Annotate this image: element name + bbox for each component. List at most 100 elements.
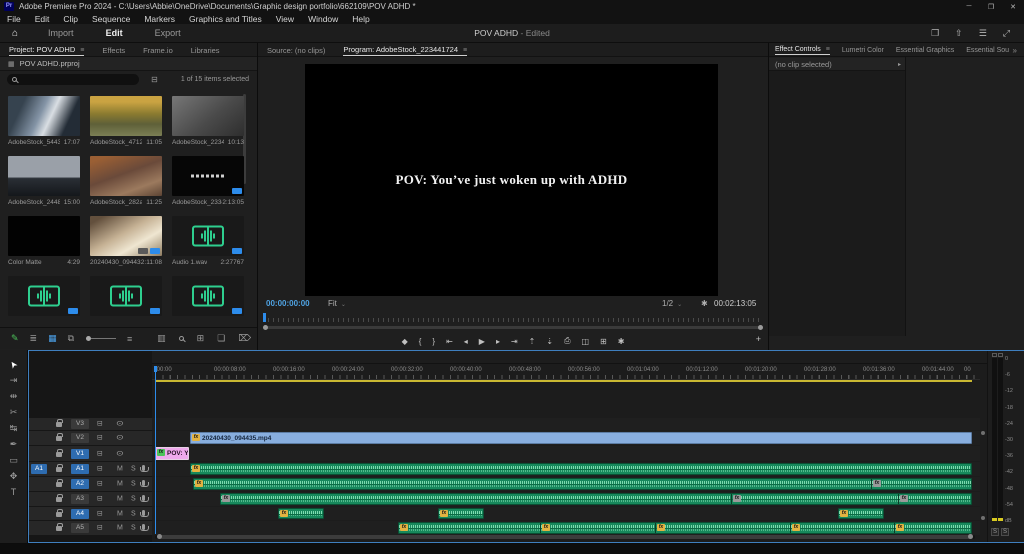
tab-essential-sou[interactable]: Essential Sou [966, 45, 1009, 55]
selection-tool[interactable]: ➤ [10, 360, 18, 369]
zoom-handle-right[interactable] [968, 534, 973, 539]
mute-button[interactable]: M [117, 466, 123, 473]
track-header-a5[interactable]: A5⊟MS [29, 521, 152, 535]
expander-icon[interactable]: ▸ [898, 61, 901, 68]
ripple-edit-tool[interactable]: ⇹ [10, 392, 18, 401]
scroll-dot[interactable] [981, 431, 985, 435]
track-lane-a4[interactable]: fxfxfx [152, 507, 980, 520]
menu-edit[interactable]: Edit [28, 14, 57, 24]
rectangle-tool[interactable]: ▭ [9, 456, 18, 465]
track-header-v3[interactable]: V3 ⊟ ⊙ [29, 418, 152, 430]
solo-button[interactable]: S [131, 496, 136, 503]
track-target-a2[interactable]: A2 [71, 479, 89, 489]
track-output-eye-icon[interactable]: ⊙ [116, 435, 124, 442]
voiceover-mic-icon[interactable] [142, 495, 145, 501]
track-target-v2[interactable]: V2 [71, 433, 89, 443]
meter-solo-button[interactable]: S [1001, 528, 1009, 536]
timeline-clip-a4-6[interactable]: fx [438, 508, 484, 519]
scrollbar-right-handle[interactable] [758, 325, 763, 330]
bin-path-row[interactable]: ▦ POV ADHD.prproj [0, 57, 257, 71]
timeline-vertical-scrollbar[interactable] [981, 411, 985, 531]
media-item[interactable]: AdobeStock_5443022...17:07 [8, 96, 80, 146]
workspace-tab-import[interactable]: Import [32, 28, 90, 38]
filter-bin-icon[interactable]: ⊟ [151, 75, 158, 84]
program-timecode[interactable]: 00:00:00:00 [266, 299, 310, 308]
transport-settings-button[interactable]: ✱ [618, 337, 625, 346]
voiceover-mic-icon[interactable] [142, 510, 145, 516]
scrollbar-left-handle[interactable] [263, 325, 268, 330]
icon-view-icon[interactable]: ▦ [48, 333, 57, 344]
menu-file[interactable]: File [0, 14, 28, 24]
media-item[interactable]: AdobeStock_4712253...11:05 [90, 96, 162, 146]
menu-window[interactable]: Window [301, 14, 345, 24]
close-button[interactable]: ✕ [1002, 3, 1024, 11]
step-back-button[interactable]: ◂ [464, 337, 468, 346]
track-lock-icon[interactable] [56, 526, 62, 531]
timeline-clip-a1-2[interactable]: fx [190, 463, 972, 475]
timeline-clip-a4-7[interactable]: fx [838, 508, 884, 519]
clear-icon[interactable]: ⌦ [238, 333, 251, 344]
track-header-v2[interactable]: V2⊟⊙ [29, 431, 152, 445]
zoom-slider[interactable] [86, 338, 116, 339]
go-to-out-button[interactable]: ⇥ [511, 337, 518, 346]
timeline-clip-v1-1[interactable]: POV: Yofx [155, 447, 189, 460]
tab-effects[interactable]: Effects [102, 44, 125, 56]
multi-view-button[interactable]: ⊞ [600, 337, 607, 346]
media-item[interactable] [172, 276, 244, 319]
sync-lock-icon[interactable]: ⊟ [97, 496, 103, 503]
pen-tool[interactable]: ✒ [10, 440, 18, 449]
track-target-v1[interactable]: V1 [71, 449, 89, 459]
tab-lumetri-color[interactable]: Lumetri Color [842, 45, 884, 55]
tab-program-adobestock-223441724[interactable]: Program: AdobeStock_223441724≡ [343, 43, 467, 56]
menu-view[interactable]: View [269, 14, 301, 24]
scrollbar-thumb[interactable] [157, 535, 973, 539]
mute-button[interactable]: M [117, 510, 123, 517]
menu-markers[interactable]: Markers [137, 14, 182, 24]
tab-overflow-icon[interactable]: » [1013, 46, 1022, 55]
source-patch-a1[interactable]: A1 [31, 464, 47, 474]
find-icon[interactable] [179, 333, 184, 344]
track-lock-icon[interactable] [56, 467, 62, 472]
voiceover-mic-icon[interactable] [142, 465, 145, 471]
solo-button[interactable]: S [131, 466, 136, 473]
media-item[interactable] [8, 276, 80, 319]
program-video-frame[interactable]: POV: You’ve just woken up with ADHD [305, 64, 718, 296]
panel-menu-icon[interactable]: ≡ [463, 47, 467, 54]
sync-lock-icon[interactable]: ⊟ [97, 421, 103, 428]
menu-clip[interactable]: Clip [56, 14, 85, 24]
media-item[interactable]: AdobeStock_282ada2...11:25 [90, 156, 162, 206]
track-target-v3[interactable]: V3 [71, 419, 89, 429]
mute-button[interactable]: M [117, 496, 123, 503]
timeline-horizontal-scrollbar[interactable] [155, 535, 975, 539]
timeline-clip-a3-4[interactable]: fxfxfx [220, 493, 972, 505]
list-view-icon[interactable]: ≣ [30, 333, 38, 344]
track-lane-v1[interactable]: POV: Yofx [152, 446, 980, 461]
mark-in-button[interactable]: { [419, 337, 422, 346]
media-item[interactable]: Audio 1.wav2:27767 [172, 216, 244, 266]
timeline-clip-a5-8[interactable]: fxfxfxfxfx [398, 522, 972, 534]
track-lock-icon[interactable] [56, 452, 62, 457]
tab-effect-controls[interactable]: Effect Controls≡ [775, 44, 830, 55]
maximize-button[interactable]: ❐ [980, 3, 1002, 11]
go-to-in-button[interactable]: ⇤ [446, 337, 453, 346]
track-output-eye-icon[interactable]: ⊙ [116, 421, 124, 428]
track-header-a4[interactable]: A4⊟MS [29, 507, 152, 520]
track-target-a1[interactable]: A1 [71, 464, 89, 474]
panel-menu-icon[interactable]: ≡ [80, 47, 84, 54]
mute-button[interactable]: M [117, 481, 123, 488]
timeline-clip-v2-0[interactable]: 20240430_094435.mp4fx [190, 432, 972, 444]
voiceover-mic-icon[interactable] [142, 480, 145, 486]
sync-lock-icon[interactable]: ⊟ [97, 525, 103, 532]
tab-frame-io[interactable]: Frame.io [143, 44, 173, 56]
new-item-icon[interactable]: ❏ [217, 333, 225, 344]
tab-project-pov-adhd[interactable]: Project: POV ADHD≡ [9, 43, 84, 56]
sync-lock-icon[interactable]: ⊟ [97, 450, 103, 457]
track-lock-icon[interactable] [56, 482, 62, 487]
playhead-line[interactable] [155, 366, 156, 534]
home-icon[interactable]: ⌂ [0, 28, 32, 39]
slip-tool[interactable]: ↹ [10, 424, 18, 433]
new-bin-icon[interactable]: ⊞ [197, 333, 205, 344]
review-with-frameio-icon[interactable]: ❒ [931, 28, 939, 39]
button-editor-button[interactable]: + [756, 334, 761, 344]
track-lane-v2[interactable]: 20240430_094435.mp4fx [152, 431, 980, 445]
